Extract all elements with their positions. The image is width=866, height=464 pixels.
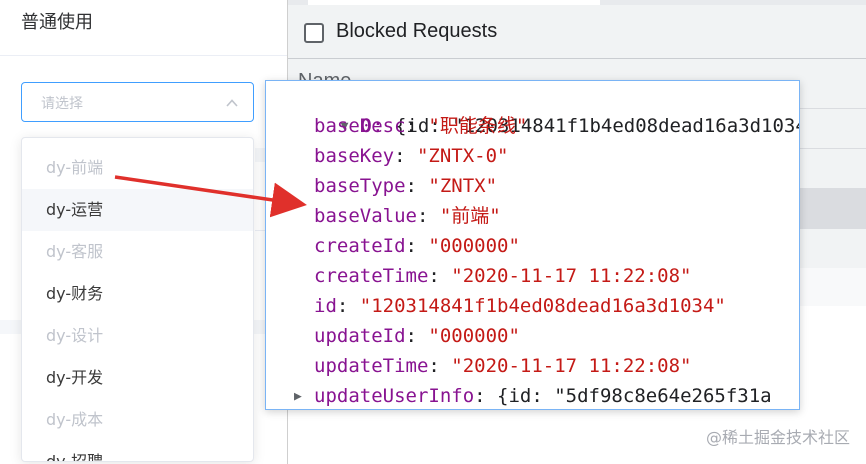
select-dropdown: dy-前端 dy-运营 dy-客服 dy-财务 dy-设计 dy-开发 dy-成… (21, 137, 254, 462)
json-key: createId (314, 235, 406, 257)
json-summary-line[interactable]: ▼ 0: {id: "120314841f1b4ed08dead16a3d1034… (272, 81, 799, 137)
dropdown-option[interactable]: dy-财务 (22, 273, 253, 315)
blocked-requests-checkbox[interactable] (304, 23, 324, 43)
dropdown-option[interactable]: dy-招聘 (22, 441, 253, 461)
collapsed-triangle-icon[interactable]: ▶ (294, 382, 314, 409)
json-key: baseType (314, 175, 406, 197)
filter-input-edge (308, 0, 600, 5)
json-value: "前端" (439, 205, 501, 227)
dropdown-option[interactable]: dy-开发 (22, 357, 253, 399)
json-property: baseValue: "前端" (314, 205, 501, 227)
json-key: updateTime (314, 355, 429, 377)
dropdown-option: dy-客服 (46, 242, 104, 261)
chevron-up-icon (226, 99, 238, 107)
blocked-requests-label: Blocked Requests (336, 20, 498, 42)
json-key: updateUserInfo (314, 385, 475, 407)
json-key: id (314, 295, 337, 317)
json-value: "000000" (428, 325, 520, 347)
select-input[interactable]: 请选择 (21, 82, 254, 122)
select-placeholder: 请选择 (41, 96, 83, 112)
blocked-requests-row: Blocked Requests (288, 14, 866, 54)
json-value: {id: "5df98c8e64e265f31a (497, 385, 772, 407)
dropdown-option: dy-前端 (46, 158, 104, 177)
section-label: 普通使用 (21, 12, 93, 33)
json-collapsed-property[interactable]: ▶ updateUserInfo: {id: "5df98c8e64e265f31… (294, 381, 772, 409)
json-value: "ZNTX-0" (416, 145, 509, 167)
json-key: baseValue (314, 205, 417, 227)
json-property: createId: "000000" (314, 235, 520, 257)
dropdown-option[interactable]: dy-运营 (22, 189, 253, 231)
json-property: createTime: "2020-11-17 11:22:08" (314, 265, 692, 287)
json-value: "2020-11-17 11:22:08" (451, 355, 692, 377)
json-value: "120314841f1b4ed08dead16a3d1034" (359, 295, 726, 317)
json-property: baseType: "ZNTX" (314, 175, 498, 197)
watermark: @稀土掘金技术社区 (705, 428, 850, 447)
dropdown-option: dy-成本 (46, 410, 104, 429)
divider (0, 55, 287, 56)
json-value: "000000" (428, 235, 520, 257)
json-property: updateTime: "2020-11-17 11:22:08" (314, 355, 692, 377)
json-property: id: "120314841f1b4ed08dead16a3d1034" (314, 295, 726, 317)
app-panel: 普通使用 请选择 dy-前端 dy-运营 dy-客服 dy-财务 dy-设计 d… (0, 0, 287, 464)
json-value: "2020-11-17 11:22:08" (451, 265, 692, 287)
divider (288, 58, 866, 59)
json-key: updateId (314, 325, 406, 347)
json-key: baseDesc (314, 115, 406, 137)
json-property: updateId: "000000" (314, 325, 520, 347)
screenshot-root: 普通使用 请选择 dy-前端 dy-运营 dy-客服 dy-财务 dy-设计 d… (0, 0, 866, 464)
dropdown-option: dy-设计 (46, 326, 104, 345)
json-value: "ZNTX" (428, 175, 498, 197)
json-value: "职能条线" (428, 115, 528, 137)
json-property: baseKey: "ZNTX-0" (314, 145, 509, 167)
json-key: createTime (314, 265, 429, 287)
object-preview-popover: ▼ 0: {id: "120314841f1b4ed08dead16a3d1034… (265, 80, 800, 410)
json-property: baseDesc: "职能条线" (314, 115, 528, 137)
json-key: baseKey (314, 145, 395, 167)
